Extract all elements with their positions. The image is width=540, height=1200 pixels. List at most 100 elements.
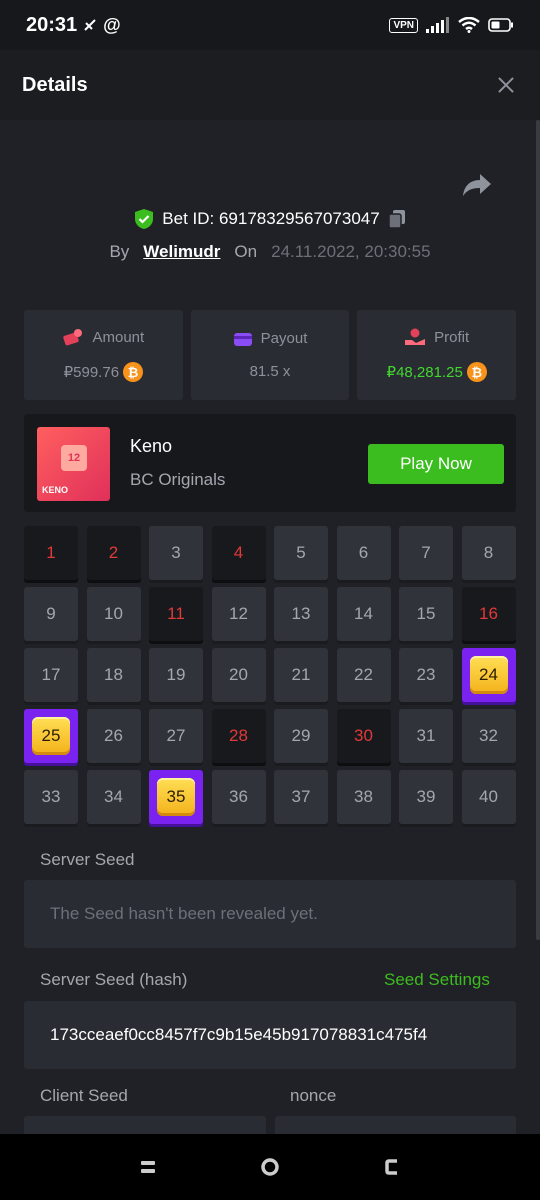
nonce-label: nonce xyxy=(290,1086,337,1105)
cell-number: 38 xyxy=(354,787,373,806)
cell-number: 17 xyxy=(41,665,61,684)
seed-settings-link[interactable]: Seed Settings xyxy=(384,970,490,990)
cell-number: 7 xyxy=(421,543,431,562)
cell-number: 2 xyxy=(108,543,119,562)
back-button[interactable] xyxy=(379,1154,405,1180)
keno-cell: 3 xyxy=(149,526,203,580)
cell-number: 40 xyxy=(479,787,498,806)
copy-icon[interactable] xyxy=(387,209,406,229)
user-link[interactable]: Welimudr xyxy=(143,242,220,262)
keno-cell: 29 xyxy=(274,709,328,763)
recents-button[interactable] xyxy=(135,1154,161,1180)
keno-cell: 4 xyxy=(211,526,266,580)
keno-cell: 20 xyxy=(211,648,266,702)
server-seed-field[interactable]: The Seed hasn't been revealed yet. xyxy=(24,880,516,948)
cell-number: 5 xyxy=(296,543,306,562)
server-hash-value: 173cceaef0cc8457f7c9b15e45b917078831c475… xyxy=(50,1025,428,1044)
cell-number: 27 xyxy=(166,726,186,745)
bet-id: Bet ID: 69178329567073047 xyxy=(162,209,380,228)
keno-cell: 26 xyxy=(86,709,141,763)
keno-thumbnail[interactable]: 12 KENO xyxy=(37,427,110,501)
stats-row: Amount ₽599.76 ₿ Payout 81.5 x Profit ₽4… xyxy=(24,310,517,400)
battery-icon xyxy=(488,18,513,32)
profit-label: Profit xyxy=(434,328,470,346)
server-hash-field[interactable]: 173cceaef0cc8457f7c9b15e45b917078831c475… xyxy=(24,1001,516,1069)
amount-card: Amount ₽599.76 ₿ xyxy=(24,310,183,400)
status-time: 20:31 xyxy=(26,13,78,36)
cell-number: 18 xyxy=(104,665,123,684)
profit-value: ₽48,281.25 xyxy=(386,364,463,381)
cell-number: 9 xyxy=(46,604,56,623)
keno-cell: 22 xyxy=(336,648,391,702)
amount-label: Amount xyxy=(92,328,145,346)
keno-cell: 37 xyxy=(274,770,328,824)
cell-number: 14 xyxy=(354,604,373,623)
cell-number: 12 xyxy=(229,604,248,623)
thumb-text: KENO xyxy=(42,485,69,495)
client-seed-label: Client Seed xyxy=(40,1086,128,1105)
home-button[interactable] xyxy=(257,1154,283,1180)
client-seed-field[interactable] xyxy=(24,1116,266,1134)
keno-cell: 21 xyxy=(274,648,328,702)
keno-cell: 11 xyxy=(149,587,203,641)
keno-cell: 33 xyxy=(24,770,78,824)
keno-cell: 18 xyxy=(86,648,141,702)
notification-icon xyxy=(84,19,96,31)
cell-number: 3 xyxy=(171,543,181,562)
recents-icon xyxy=(141,1161,155,1173)
cell-number: 16 xyxy=(479,604,498,623)
payout-label: Payout xyxy=(260,330,308,347)
by-label: By xyxy=(109,242,130,261)
keno-cell: 30 xyxy=(336,709,391,763)
cell-number: 33 xyxy=(41,787,61,806)
keno-cell: 9 xyxy=(24,587,78,641)
keno-cell: 35 xyxy=(149,770,203,824)
gem-number: 25 xyxy=(32,717,70,755)
on-label: On xyxy=(234,242,258,261)
wallet-icon xyxy=(233,332,252,346)
keno-cell: 27 xyxy=(149,709,203,763)
play-now-button[interactable]: Play Now xyxy=(368,444,504,484)
keno-cell: 17 xyxy=(24,648,78,702)
chips-icon xyxy=(63,329,83,346)
keno-cell: 34 xyxy=(86,770,141,824)
keno-cell: 28 xyxy=(211,709,266,763)
signal-icon xyxy=(426,17,449,33)
cell-number: 31 xyxy=(416,726,436,745)
cell-number: 37 xyxy=(291,787,311,806)
bitcoin-icon: ₿ xyxy=(123,362,144,382)
cell-number: 8 xyxy=(483,543,494,562)
keno-grid: 1 2 3 4 5 6 7 8 9 10 11 12 13 14 15 16 17 18 19 20 21 22 23 24 2… xyxy=(24,526,518,824)
payout-card: Payout 81.5 x xyxy=(190,310,350,400)
server-seed-label: Server Seed xyxy=(40,850,135,869)
close-icon[interactable] xyxy=(494,73,518,97)
scrollbar[interactable] xyxy=(536,120,540,940)
keno-cell: 23 xyxy=(399,648,453,702)
thumb-number: 12 xyxy=(61,445,87,471)
share-icon[interactable] xyxy=(462,172,492,198)
verified-shield-icon xyxy=(135,209,154,229)
details-content[interactable]: Bet ID: 69178329567073047 By Welimudr On… xyxy=(0,120,540,1134)
cell-number: 28 xyxy=(229,726,248,745)
wifi-icon xyxy=(458,17,480,33)
keno-cell: 32 xyxy=(461,709,516,763)
vpn-badge: VPN xyxy=(389,17,418,33)
keno-cell: 12 xyxy=(211,587,266,641)
nonce-field[interactable] xyxy=(275,1116,516,1134)
gem-number: 24 xyxy=(469,656,508,694)
at-icon: @ xyxy=(103,14,121,35)
cell-number: 15 xyxy=(416,604,436,623)
gem-number: 35 xyxy=(157,778,195,816)
keno-cell: 39 xyxy=(399,770,453,824)
payout-value: 81.5 x xyxy=(249,363,291,380)
keno-cell: 14 xyxy=(336,587,391,641)
cell-number: 26 xyxy=(104,726,123,745)
keno-cell: 25 xyxy=(24,709,78,763)
page-title: Details xyxy=(22,73,88,96)
cell-number: 30 xyxy=(354,726,373,745)
cell-number: 1 xyxy=(46,543,56,562)
back-icon xyxy=(385,1159,397,1175)
keno-cell: 40 xyxy=(461,770,516,824)
keno-cell: 19 xyxy=(149,648,203,702)
keno-cell: 13 xyxy=(274,587,328,641)
